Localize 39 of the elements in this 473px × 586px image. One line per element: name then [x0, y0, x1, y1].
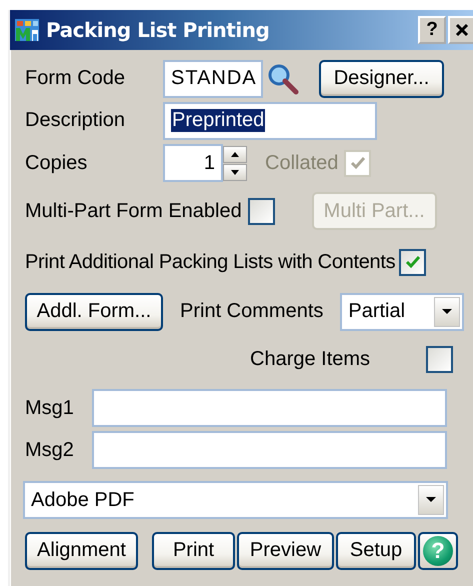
preview-button[interactable]: Preview: [237, 532, 334, 570]
checkbox-label: Collated: [265, 152, 338, 174]
input-field[interactable]: STANDA: [163, 60, 263, 98]
dropdown-value: Partial: [348, 300, 406, 323]
app-icon: [14, 17, 40, 43]
help-button[interactable]: ?: [418, 16, 446, 44]
checkbox-label: Charge Items: [250, 348, 370, 370]
field-label: Msg1: [25, 396, 75, 420]
dropdown-value: Adobe PDF: [31, 488, 134, 512]
spinner[interactable]: [223, 146, 247, 180]
checkbox-label: Multi-Part Form Enabled: [25, 200, 242, 222]
check-icon: [350, 155, 366, 171]
number-field[interactable]: 1: [163, 144, 223, 182]
field-label: Copies: [25, 152, 88, 174]
field-label: Msg2: [25, 438, 75, 462]
dropdown-button[interactable]: [434, 296, 460, 326]
checkbox[interactable]: [399, 248, 426, 276]
print-button[interactable]: Print: [152, 532, 235, 570]
close-icon: [454, 22, 470, 38]
printer-dropdown[interactable]: Adobe PDF: [23, 481, 448, 519]
checkbox[interactable]: [248, 198, 275, 224]
dropdown[interactable]: Partial: [340, 292, 464, 330]
field-label: Print Comments: [180, 300, 324, 323]
alignment-button[interactable]: Alignment: [25, 532, 138, 570]
field-label: Description: [25, 109, 126, 132]
field-label: Form Code: [25, 67, 126, 90]
window-title: Packing List Printing: [46, 18, 270, 42]
input-field[interactable]: [92, 389, 447, 427]
check-icon: [404, 254, 421, 270]
setup-button[interactable]: Setup: [336, 532, 416, 570]
designer-button[interactable]: Designer...: [319, 60, 444, 98]
addl-form-button[interactable]: Addl. Form...: [25, 292, 163, 330]
close-button[interactable]: [448, 16, 473, 44]
checkbox[interactable]: [426, 346, 454, 372]
dropdown-button[interactable]: [418, 485, 444, 515]
input-field[interactable]: [92, 431, 447, 469]
checkbox-label: Print Additional Packing Lists with Contents: [25, 250, 396, 274]
search-icon[interactable]: [267, 62, 299, 94]
input-field[interactable]: Preprinted: [163, 102, 377, 140]
